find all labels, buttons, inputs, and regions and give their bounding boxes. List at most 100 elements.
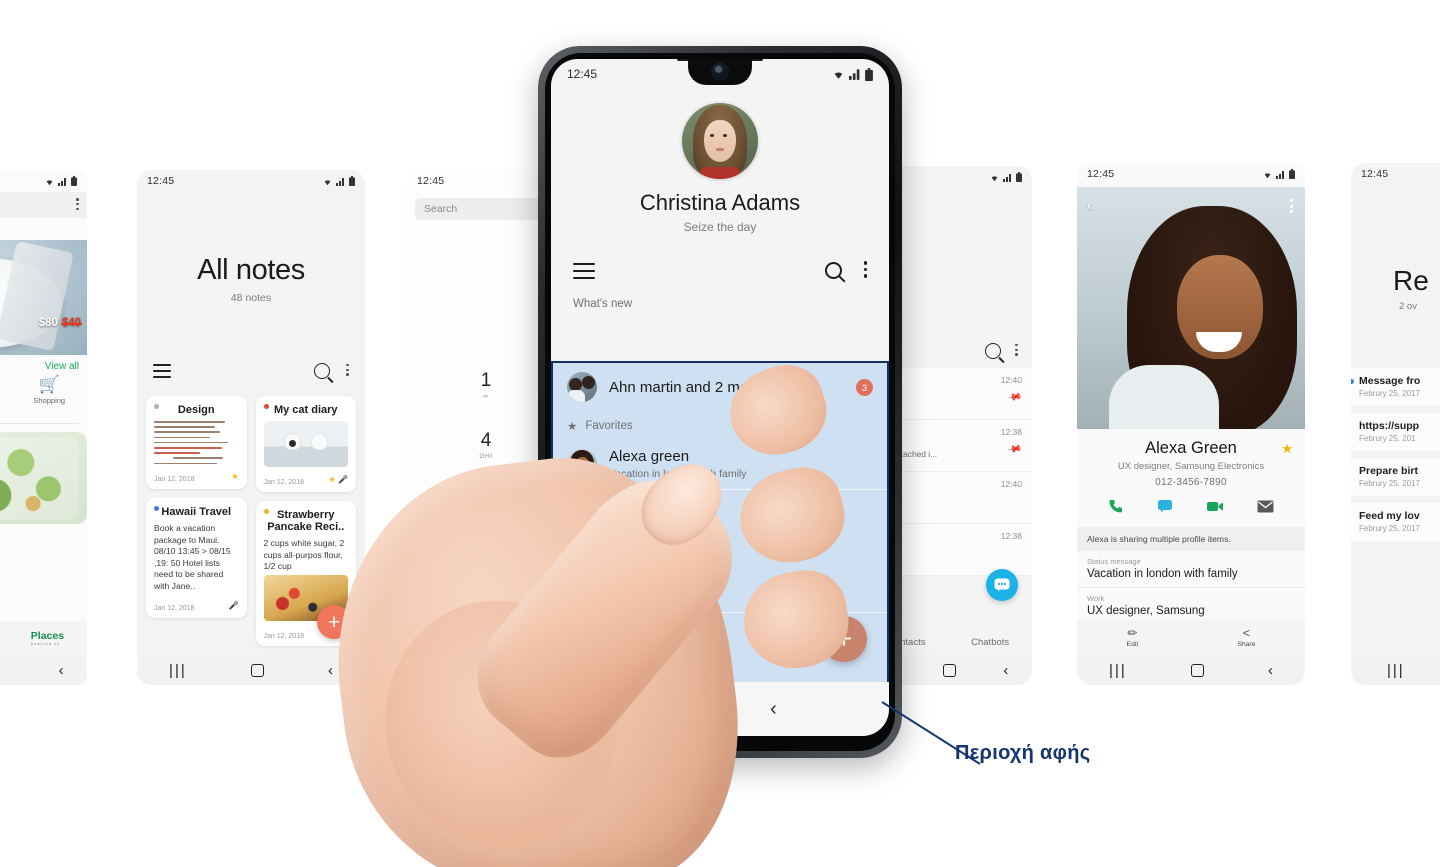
contact-row[interactable]: Lindsey Smith xyxy=(553,490,887,538)
old-price: $80 xyxy=(38,317,58,329)
contact-field[interactable]: Status message Vacation in london with f… xyxy=(1077,551,1305,588)
category-home-services[interactable]: 🏠 meices xyxy=(0,376,8,415)
page-title: All notes xyxy=(197,254,305,286)
back-icon[interactable]: ‹ xyxy=(770,699,777,719)
home-icon[interactable] xyxy=(250,663,264,677)
note-title: Hawaii Travel xyxy=(161,506,232,519)
more-options-icon[interactable] xyxy=(76,198,79,212)
profile-header: Christina Adams Seize the day xyxy=(551,89,889,234)
search-icon[interactable] xyxy=(824,262,842,280)
recents-icon[interactable]: ||| xyxy=(1109,662,1127,679)
home-icon[interactable] xyxy=(663,700,681,718)
new-price: $40 xyxy=(61,317,81,329)
lips-shape xyxy=(716,148,724,151)
tab-chatbots[interactable]: Chatbots xyxy=(971,637,1009,648)
battery-icon xyxy=(1289,169,1295,179)
more-options-icon[interactable] xyxy=(1290,199,1293,216)
view-all-link[interactable]: View all xyxy=(0,355,87,374)
contact-role: UX designer, Samsung Electronics xyxy=(1117,461,1265,472)
category-shopping[interactable]: 🛒 Shopping xyxy=(18,376,82,415)
back-icon[interactable]: ‹ xyxy=(328,663,333,678)
reminder-title: Message fro xyxy=(1359,375,1421,387)
status-bar-reminders: 12:45 xyxy=(1351,163,1440,185)
avatar[interactable] xyxy=(682,103,758,179)
new-message-icon[interactable] xyxy=(986,569,1018,601)
contact-photo: ‹ xyxy=(1077,187,1305,429)
contacts-toolbar xyxy=(551,250,889,292)
status-bar-places xyxy=(0,170,87,192)
hamburger-menu-icon[interactable] xyxy=(573,262,595,280)
place-info[interactable]: en Pot ★★ (17) on Yelp n / $$ / Organic xyxy=(0,523,87,571)
section-index-letter: A xyxy=(553,538,887,564)
wifi-icon xyxy=(1264,172,1271,178)
video-call-icon[interactable] xyxy=(1206,500,1224,516)
wifi-icon xyxy=(834,72,843,79)
add-contact-button[interactable]: + xyxy=(821,616,867,662)
search-icon[interactable] xyxy=(985,343,1002,359)
clock: 12:45 xyxy=(1087,168,1115,180)
back-icon[interactable]: ‹ xyxy=(59,663,64,678)
star-icon[interactable]: ★ xyxy=(1281,441,1293,457)
hamburger-menu-icon[interactable] xyxy=(153,364,171,378)
list-item[interactable]: Prepare birt Februry 25, 2017 xyxy=(1351,458,1440,496)
status-icons xyxy=(831,67,873,81)
home-services-icon: 🏠 xyxy=(0,376,8,393)
shopping-cart-icon: 🛒 xyxy=(38,375,60,394)
more-options-icon[interactable] xyxy=(1015,343,1018,358)
note-card[interactable]: Design Jan 12, 2018 ★ xyxy=(146,396,247,490)
recents-icon[interactable]: ||| xyxy=(169,662,187,679)
page-title: Christina Adams xyxy=(639,190,801,215)
thread-time: 12:38 xyxy=(1000,531,1022,541)
note-thumbnail-cat xyxy=(263,421,348,467)
more-options-icon[interactable] xyxy=(346,363,349,378)
signal-icon xyxy=(1276,170,1284,179)
search-icon[interactable] xyxy=(314,363,331,379)
edit-label: Edit xyxy=(1126,641,1139,648)
shirt-shape xyxy=(698,167,742,179)
reminder-title: Prepare birt xyxy=(1359,465,1418,477)
back-icon[interactable]: ‹ xyxy=(1268,663,1273,678)
back-icon[interactable]: ‹ xyxy=(1087,197,1092,214)
note-body: Book a vacation package to Maui. 08/10 1… xyxy=(154,523,231,592)
clock: 12:45 xyxy=(1361,168,1389,180)
eye-shape xyxy=(710,134,714,137)
note-footer: Jan 12, 2018 ★ xyxy=(154,470,239,483)
contact-row[interactable]: Alexa green Vacation in london with fami… xyxy=(553,439,887,489)
call-icon[interactable] xyxy=(1108,498,1124,517)
note-color-dot xyxy=(263,404,269,409)
fork-shape xyxy=(0,241,74,351)
note-card[interactable]: My cat diary Jan 12, 2018 ★ 🎤 xyxy=(255,396,356,492)
contact-group-row[interactable]: Ahn martin and 2 more 3 xyxy=(553,363,887,411)
note-card[interactable]: Hawaii Travel Book a vacation package to… xyxy=(146,498,247,618)
list-item[interactable]: https://supp Februry 25, 201 xyxy=(1351,413,1440,451)
clock: 12:45 xyxy=(147,175,175,187)
list-item[interactable]: Message fro Februry 25, 2017 xyxy=(1351,368,1440,406)
more-options-icon[interactable] xyxy=(863,261,867,280)
places-top-card xyxy=(0,192,87,218)
tab-places[interactable]: Places powered by xyxy=(31,630,64,646)
recents-icon[interactable]: ||| xyxy=(1387,662,1405,679)
page-title: Re xyxy=(1393,265,1429,296)
notes-column-left: Design Jan 12, 2018 ★ Hawaii Travel Book… xyxy=(146,396,247,646)
add-note-button[interactable]: + xyxy=(317,605,351,639)
clock: 12:45 xyxy=(417,175,445,187)
search-input[interactable]: Search xyxy=(415,198,557,220)
note-title: Strawberry Pancake Reci.. xyxy=(267,509,345,533)
phone-screen-places: $80$40 View all 🏠 meices 🛒 Shopping en P… xyxy=(0,170,87,685)
contact-bottom-actions: ✏ Edit < Share xyxy=(1077,619,1305,655)
message-icon[interactable] xyxy=(1157,499,1173,516)
home-icon[interactable] xyxy=(1190,663,1204,677)
contact-row[interactable]: Agatha xyxy=(553,564,887,612)
partial-text: ow. xyxy=(567,610,584,622)
home-icon[interactable] xyxy=(942,663,956,677)
email-icon[interactable] xyxy=(1257,500,1274,516)
edit-button[interactable]: ✏ Edit xyxy=(1127,626,1139,648)
share-button[interactable]: < Share xyxy=(1237,626,1255,648)
note-footer: Jan 12, 2018 ★ 🎤 xyxy=(264,473,349,486)
back-icon[interactable]: ‹ xyxy=(1003,663,1008,678)
contact-name: Alexa Green xyxy=(1145,439,1237,457)
notes-count: 48 notes xyxy=(230,292,272,304)
list-item[interactable]: Feed my lov Februry 25, 2017 xyxy=(1351,503,1440,541)
note-color-dot xyxy=(154,404,159,409)
contact-phone-number: 012-3456-7890 xyxy=(1155,477,1227,488)
